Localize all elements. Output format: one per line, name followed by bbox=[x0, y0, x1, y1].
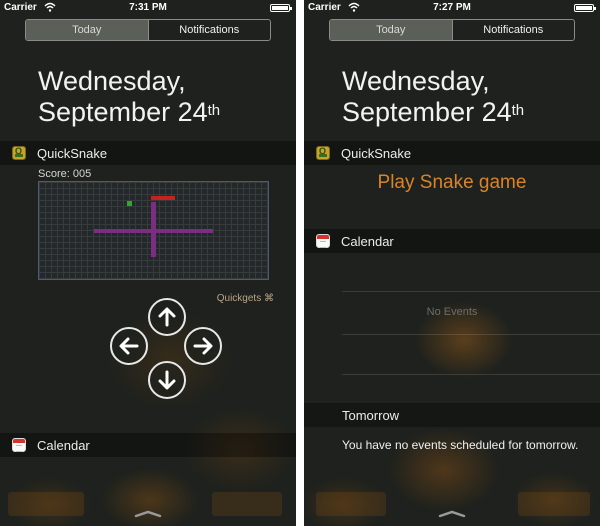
date-suffix: th bbox=[207, 102, 221, 119]
up-button[interactable] bbox=[148, 298, 186, 336]
calendar-divider bbox=[342, 291, 600, 292]
calendar-header[interactable]: Calendar bbox=[304, 229, 600, 253]
quickgets-credit[interactable]: Quickgets ⌘ bbox=[217, 293, 274, 304]
tomorrow-message: You have no events scheduled for tomorro… bbox=[342, 438, 579, 452]
phone-screen-left: Carrier 7:31 PM Today Notifications Wedn… bbox=[0, 0, 296, 526]
quicksnake-header[interactable]: QuickSnake bbox=[304, 141, 600, 165]
arrow-up-icon bbox=[158, 307, 176, 327]
calendar-app-icon bbox=[316, 234, 330, 248]
down-button[interactable] bbox=[148, 361, 186, 399]
calendar-title: Calendar bbox=[341, 233, 394, 249]
snake-food-red bbox=[151, 196, 175, 200]
status-bar: Carrier 7:31 PM bbox=[0, 0, 296, 16]
calendar-title: Calendar bbox=[37, 437, 90, 453]
blurred-background bbox=[518, 492, 590, 516]
pull-handle-icon[interactable] bbox=[438, 510, 466, 518]
pull-handle-icon[interactable] bbox=[134, 510, 162, 518]
snake-body-horizontal bbox=[94, 229, 213, 233]
tab-notifications[interactable]: Notifications bbox=[147, 20, 271, 40]
arrow-left-icon bbox=[119, 337, 139, 355]
view-switcher: Today Notifications bbox=[25, 19, 271, 41]
left-button[interactable] bbox=[110, 327, 148, 365]
quicksnake-header[interactable]: QuickSnake bbox=[0, 141, 296, 165]
blurred-background bbox=[212, 492, 282, 516]
quicksnake-title: QuickSnake bbox=[37, 145, 108, 161]
date-heading: Wednesday, September 24th bbox=[342, 66, 524, 128]
tomorrow-label: Tomorrow bbox=[342, 407, 400, 423]
status-time: 7:31 PM bbox=[129, 2, 167, 13]
view-switcher: Today Notifications bbox=[329, 19, 575, 41]
calendar-header[interactable]: Calendar bbox=[0, 433, 296, 457]
no-events-label: No Events bbox=[426, 306, 478, 318]
date-weekday: Wednesday, bbox=[38, 66, 186, 96]
quicksnake-title: QuickSnake bbox=[341, 145, 412, 161]
tomorrow-header: Tomorrow bbox=[304, 403, 600, 427]
snake-food-green bbox=[127, 201, 132, 206]
snake-game-board bbox=[38, 181, 269, 280]
date-month-day: September 24 bbox=[342, 97, 512, 127]
quicksnake-app-icon bbox=[12, 146, 26, 160]
phone-screen-right: Carrier 7:27 PM Today Notifications Wedn… bbox=[304, 0, 600, 526]
date-weekday: Wednesday, bbox=[342, 66, 490, 96]
battery-icon bbox=[270, 4, 292, 12]
tab-notifications[interactable]: Notifications bbox=[451, 20, 575, 40]
calendar-divider bbox=[342, 374, 600, 375]
calendar-divider bbox=[342, 334, 600, 335]
date-suffix: th bbox=[511, 102, 525, 119]
right-button[interactable] bbox=[184, 327, 222, 365]
arrow-right-icon bbox=[193, 337, 213, 355]
date-month-day: September 24 bbox=[38, 97, 208, 127]
calendar-app-icon bbox=[12, 438, 26, 452]
blurred-background bbox=[316, 492, 386, 516]
quicksnake-app-icon bbox=[316, 146, 330, 160]
blurred-background bbox=[8, 492, 84, 516]
battery-icon bbox=[574, 4, 596, 12]
play-snake-link[interactable]: Play Snake game bbox=[304, 172, 600, 194]
arrow-down-icon bbox=[158, 370, 176, 390]
tab-today[interactable]: Today bbox=[26, 20, 148, 40]
score-label: Score: 005 bbox=[38, 168, 92, 180]
date-heading: Wednesday, September 24th bbox=[38, 66, 220, 128]
status-bar: Carrier 7:27 PM bbox=[304, 0, 600, 16]
status-time: 7:27 PM bbox=[433, 2, 471, 13]
tab-today[interactable]: Today bbox=[330, 20, 452, 40]
